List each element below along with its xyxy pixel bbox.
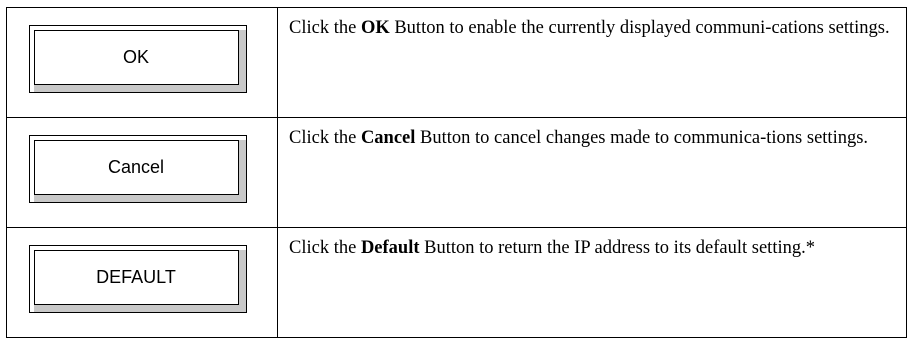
description-text-pre: Click the	[289, 238, 361, 258]
button-cell: Cancel	[6, 117, 278, 228]
description-text-post: Button to return the IP address to its d…	[419, 238, 815, 258]
ok-button[interactable]: OK	[29, 25, 247, 93]
table-row: DEFAULT Click the Default Button to retu…	[6, 227, 907, 338]
button-reference-table: OK Click the OK Button to enable the cur…	[6, 7, 907, 338]
cancel-button[interactable]: Cancel	[29, 135, 247, 203]
description-bold-term: Default	[360, 238, 420, 258]
description-cell: Click the Default Button to return the I…	[277, 227, 907, 338]
ok-button-label: OK	[122, 46, 149, 67]
default-button[interactable]: DEFAULT	[29, 245, 247, 313]
table-row: OK Click the OK Button to enable the cur…	[6, 7, 907, 118]
description-text-pre: Click the	[289, 18, 361, 38]
table-row: Cancel Click the Cancel Button to cancel…	[6, 117, 907, 228]
description-text-pre: Click the	[289, 128, 361, 148]
description-cell: Click the OK Button to enable the curren…	[277, 7, 907, 118]
description-bold-term: OK	[360, 18, 390, 38]
cancel-button-label: Cancel	[107, 156, 165, 177]
description-bold-term: Cancel	[360, 128, 416, 148]
button-cell: OK	[6, 7, 278, 118]
description-text-post: Button to cancel changes made to communi…	[415, 128, 869, 148]
description-cell: Click the Cancel Button to cancel change…	[277, 117, 907, 228]
default-button-label: DEFAULT	[96, 266, 176, 287]
description-text-post: Button to enable the currently displayed…	[389, 18, 890, 38]
button-cell: DEFAULT	[6, 227, 278, 338]
